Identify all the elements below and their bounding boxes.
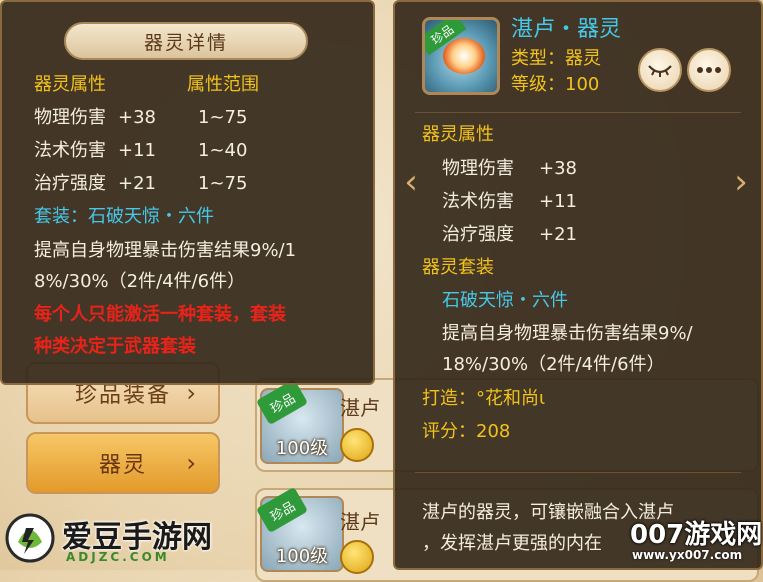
watermark-title: 007游戏网 — [630, 520, 763, 550]
set-desc-line: 8%/30%（2件/4件/6件） — [34, 271, 246, 292]
set-label: 套装：石破天惊・六件 — [34, 206, 214, 227]
market-item-icon[interactable]: 珍品 100级 — [255, 486, 344, 572]
spirit-category-button[interactable]: 器灵 › — [26, 432, 220, 494]
score-label: 评分： — [422, 421, 476, 442]
forge-value: °花和尚ι — [476, 388, 546, 409]
watermark-logo-icon — [5, 513, 55, 563]
button-label: 器灵 — [98, 453, 147, 478]
attr-value: +38 — [118, 107, 156, 128]
level-label-text: 等级： — [511, 74, 565, 95]
coin-icon — [340, 428, 374, 462]
score-line: 评分：208 — [422, 420, 510, 444]
item-detail-panel: 珍品 湛卢・器灵 类型：器灵 等级：100 器灵属性 物理伤害 +38 法术伤害… — [393, 0, 763, 570]
attr-name: 治疗强度 — [34, 173, 106, 194]
watermark-url: ADJZC.COM — [66, 550, 170, 564]
coin-icon — [340, 540, 374, 574]
set-desc-line: 提高自身物理暴击伤害结果9%/1 — [34, 240, 297, 261]
attr-value: +21 — [539, 224, 577, 245]
divider — [415, 112, 741, 113]
spirit-detail-panel: 器灵详情 器灵属性 属性范围 物理伤害 +38 1~75 法术伤害 +11 1~… — [0, 0, 375, 385]
attr-range: 1~40 — [198, 140, 248, 161]
item-name: 湛卢 — [340, 510, 380, 534]
warning-line: 每个人只能激活一种套装，套装 — [34, 304, 286, 325]
forge-label: 打造： — [422, 388, 476, 409]
item-level: 100级 — [275, 438, 329, 459]
item-icon: 珍品 — [422, 17, 500, 95]
watermark-right: 007游戏网 www.yx007.com — [630, 514, 763, 568]
level-value: 100 — [565, 74, 600, 95]
score-value: 208 — [476, 421, 511, 442]
attr-value: +38 — [539, 158, 577, 179]
description-line: ，发挥湛卢更强的内在 — [422, 533, 602, 554]
eye-closed-icon — [648, 65, 672, 77]
attr-value: +11 — [118, 140, 156, 161]
item-name: 湛卢 — [340, 396, 380, 420]
chevron-right-icon: › — [186, 449, 198, 477]
range-header: 属性范围 — [187, 74, 259, 95]
item-level: 100级 — [275, 546, 329, 567]
divider — [415, 472, 741, 473]
set-desc-line: 提高自身物理暴击伤害结果9%/ — [442, 323, 693, 344]
attr-header: 器灵属性 — [34, 74, 106, 95]
item-name: 湛卢・器灵 — [511, 17, 622, 42]
attr-header: 器灵属性 — [422, 124, 494, 145]
attr-name: 物理伤害 — [442, 158, 514, 179]
attr-range: 1~75 — [198, 107, 248, 128]
set-header: 器灵套装 — [422, 257, 494, 278]
market-item-icon[interactable]: 珍品 100级 — [255, 378, 344, 464]
forge-line: 打造：°花和尚ι — [422, 387, 545, 411]
watermark-left: 爱豆手游网 ADJZC.COM — [4, 512, 234, 568]
attr-name: 法术伤害 — [442, 191, 514, 212]
more-dots-icon — [697, 67, 721, 73]
item-type: 类型：器灵 — [511, 48, 601, 69]
hide-button[interactable] — [638, 48, 682, 92]
set-name: 石破天惊・六件 — [442, 290, 568, 311]
attr-name: 治疗强度 — [442, 224, 514, 245]
item-level-label: 等级：100 — [511, 73, 599, 97]
spirit-flame-icon — [443, 38, 485, 74]
more-button[interactable] — [687, 48, 731, 92]
set-desc-line: 18%/30%（2件/4件/6件） — [442, 354, 665, 375]
attr-value: +11 — [539, 191, 577, 212]
warning-line: 种类决定于武器套装 — [34, 336, 196, 357]
attr-name: 法术伤害 — [34, 140, 106, 161]
watermark-url: www.yx007.com — [632, 548, 743, 562]
chevron-left-icon[interactable]: ‹ — [400, 164, 422, 200]
chevron-right-icon[interactable]: › — [730, 164, 752, 200]
panel-title: 器灵详情 — [64, 22, 308, 60]
attr-range: 1~75 — [198, 173, 248, 194]
attr-name: 物理伤害 — [34, 107, 106, 128]
attr-value: +21 — [118, 173, 156, 194]
